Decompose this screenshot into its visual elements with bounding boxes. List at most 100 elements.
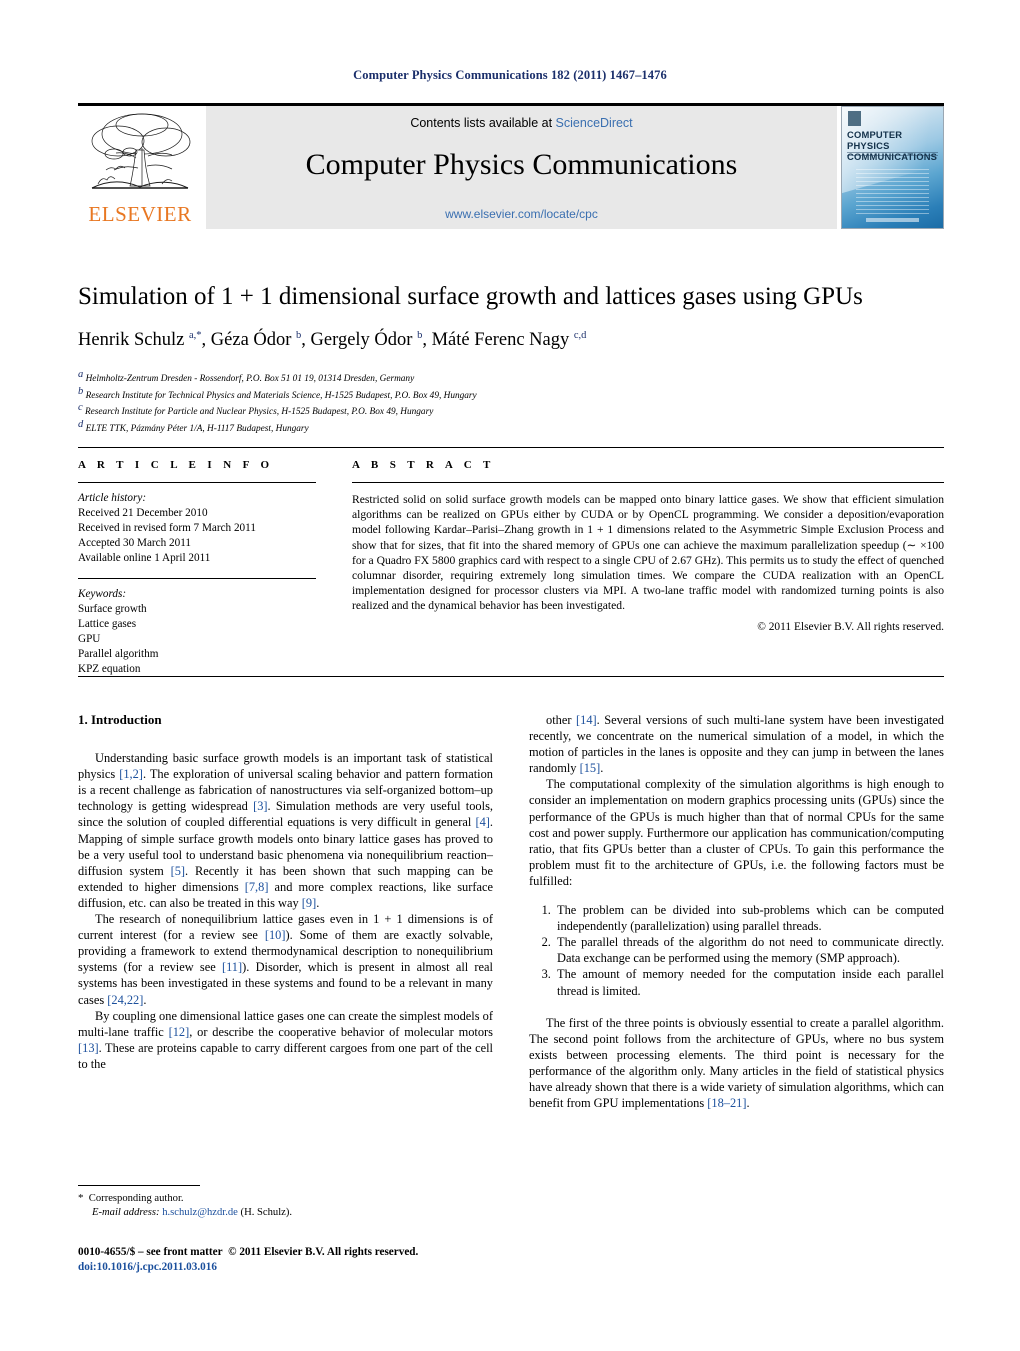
body-column-right: other [14]. Several versions of such mul… <box>529 712 944 1111</box>
keyword-item: Lattice gases <box>78 618 137 630</box>
paper-page: Computer Physics Communications 182 (201… <box>0 0 1020 1351</box>
masthead-center-panel: Contents lists available at ScienceDirec… <box>206 106 837 229</box>
email-address-label: E-mail address: <box>92 1207 160 1218</box>
cover-subtitle-rules <box>847 152 938 156</box>
left-column-paragraphs: Understanding basic surface growth model… <box>78 750 493 1072</box>
article-history-item: Received in revised form 7 March 2011 <box>78 522 256 534</box>
corresponding-author-footnote: * Corresponding author. E-mail address: … <box>78 1191 493 1220</box>
author-list: Henrik Schulz a,*, Géza Ódor b, Gergely … <box>78 330 587 351</box>
keyword-item: Parallel algorithm <box>78 648 159 660</box>
citation-ref[interactable]: [13] <box>78 1041 99 1055</box>
body-paragraph: Understanding basic surface growth model… <box>78 751 493 910</box>
citation-ref[interactable]: [11] <box>222 960 242 974</box>
page-footer: 0010-4655/$ – see front matter © 2011 El… <box>78 1245 558 1274</box>
journal-cover-thumbnail[interactable]: COMPUTER PHYSICS COMMUNICATIONS <box>841 106 944 229</box>
affiliation-c: c Research Institute for Particle and Nu… <box>78 402 434 418</box>
journal-url-link[interactable]: www.elsevier.com/locate/cpc <box>206 207 837 221</box>
article-history-item: Received 21 December 2010 <box>78 507 208 519</box>
email-owner: (H. Schulz). <box>240 1207 293 1218</box>
requirements-list: The problem can be divided into sub-prob… <box>529 902 944 999</box>
issn-text: 0010-4655/$ – see front matter <box>78 1246 223 1258</box>
citation-ref[interactable]: [4] <box>475 815 489 829</box>
keyword-item: KPZ equation <box>78 663 141 675</box>
citation-ref[interactable]: [5] <box>171 864 185 878</box>
elsevier-logo: ELSEVIER <box>78 106 202 229</box>
email-link[interactable]: h.schulz@hzdr.de <box>162 1207 238 1218</box>
citation-ref[interactable]: [15] <box>580 761 601 775</box>
citation-ref[interactable]: [10] <box>265 928 286 942</box>
article-history-item: Accepted 30 March 2011 <box>78 537 191 549</box>
article-history-items: Received 21 December 2010 Received in rev… <box>78 506 316 566</box>
keywords-label: Keywords: <box>78 588 127 600</box>
journal-masthead: ELSEVIER Contents lists available at Sci… <box>78 103 944 232</box>
section-heading-introduction: 1. Introduction <box>78 712 162 727</box>
abstract-heading: A B S T R A C T <box>352 459 495 471</box>
footer-copyright: © 2011 Elsevier B.V. All rights reserved… <box>228 1246 419 1258</box>
affiliation-mark-a: a <box>78 369 84 380</box>
body-column-left: 1. Introduction Understanding basic surf… <box>78 712 493 1072</box>
citation-ref[interactable]: [7,8] <box>245 880 269 894</box>
abstract-copyright: © 2011 Elsevier B.V. All rights reserved… <box>757 620 944 633</box>
contents-prefix: Contents lists available at <box>410 116 553 130</box>
cover-title: COMPUTER PHYSICS COMMUNICATIONS <box>847 129 939 162</box>
article-history-group: Article history: Received 21 December 20… <box>78 491 316 566</box>
article-info-column: A R T I C L E I N F O Article history: R… <box>78 459 316 677</box>
abstract-rule <box>352 482 944 483</box>
keyword-item: GPU <box>78 633 101 645</box>
affiliation-b: b Research Institute for Technical Physi… <box>78 385 477 401</box>
affiliation-a: a Helmholtz-Zentrum Dresden - Rossendorf… <box>78 369 415 385</box>
abstract-text: Restricted solid on solid surface growth… <box>352 493 944 613</box>
doi-link[interactable]: doi:10.1016/j.cpc.2011.03.016 <box>78 1260 558 1275</box>
affiliation-mark-d: d <box>78 419 84 431</box>
info-divider-top <box>78 447 944 448</box>
citation-ref[interactable]: [24,22] <box>107 993 143 1007</box>
affiliation-d: d ELTE TTK, Pázmány Péter 1/A, H-1117 Bu… <box>78 419 309 435</box>
footer-issn-line: 0010-4655/$ – see front matter © 2011 El… <box>78 1245 558 1260</box>
cover-text-lines <box>856 169 929 217</box>
cover-title-line1: COMPUTER PHYSICS <box>847 129 903 151</box>
article-info-rule <box>78 482 316 483</box>
body-paragraph: By coupling one dimensional lattice gase… <box>78 1008 493 1071</box>
journal-title: Computer Physics Communications <box>305 148 738 181</box>
citation-ref[interactable]: [3] <box>253 799 267 813</box>
footnote-divider <box>78 1185 200 1186</box>
affiliation-list: a Helmholtz-Zentrum Dresden - Rossendorf… <box>78 369 878 436</box>
article-history-label: Article history: <box>78 492 147 504</box>
abstract-column: A B S T R A C T Restricted solid on soli… <box>352 459 944 633</box>
keywords-group: Keywords: Surface growth Lattice gases GPU… <box>78 587 316 677</box>
keyword-items: Surface growth Lattice gases GPU Parallel a… <box>78 602 316 677</box>
list-item: The amount of memory needed for the comp… <box>554 966 944 998</box>
footnote-line-email: E-mail address: h.schulz@hzdr.de (H. Sch… <box>78 1206 493 1220</box>
keyword-item: Surface growth <box>78 603 147 615</box>
keywords-divider <box>78 578 316 579</box>
citation-ref[interactable]: [18–21] <box>707 1096 746 1110</box>
cover-elsevier-mark-icon <box>848 111 861 126</box>
cover-footer-bar <box>866 218 919 222</box>
article-info-heading: A R T I C L E I N F O <box>78 459 274 471</box>
footnote-line-corresponding: * Corresponding author. <box>78 1191 493 1206</box>
corresponding-author-text: Corresponding author. <box>88 1193 184 1204</box>
affiliation-mark-b: b <box>78 385 84 397</box>
body-paragraph: The first of the three points is obvious… <box>529 1015 944 1111</box>
contents-available-line: Contents lists available at ScienceDirec… <box>206 116 837 130</box>
list-item: The problem can be divided into sub-prob… <box>554 902 944 934</box>
citation-ref[interactable]: [14] <box>576 713 597 727</box>
citation-ref[interactable]: [1,2] <box>119 767 143 781</box>
elsevier-tree-icon <box>91 113 191 189</box>
list-item: The parallel threads of the algorithm do… <box>554 934 944 966</box>
citation-ref[interactable]: [12] <box>169 1025 190 1039</box>
body-paragraph: The research of nonequilibrium lattice g… <box>78 912 494 1007</box>
elsevier-wordmark: ELSEVIER <box>88 202 192 226</box>
citation-ref[interactable]: [9] <box>302 896 316 910</box>
asterisk-icon: * <box>78 1192 84 1204</box>
body-paragraph: other [14]. Several versions of such mul… <box>529 713 944 776</box>
sciencedirect-link[interactable]: ScienceDirect <box>556 116 633 130</box>
body-paragraph: The computational complexity of the simu… <box>529 777 944 888</box>
running-head: Computer Physics Communications 182 (201… <box>353 68 667 82</box>
right-column-paragraphs-bottom: The first of the three points is obvious… <box>529 1015 944 1112</box>
right-column-paragraphs-top: other [14]. Several versions of such mul… <box>529 712 944 889</box>
info-divider-bottom <box>78 676 944 677</box>
page-title: Simulation of 1 + 1 dimensional surface … <box>78 283 863 310</box>
article-history-item: Available online 1 April 2011 <box>78 552 211 564</box>
affiliation-mark-c: c <box>78 402 83 414</box>
